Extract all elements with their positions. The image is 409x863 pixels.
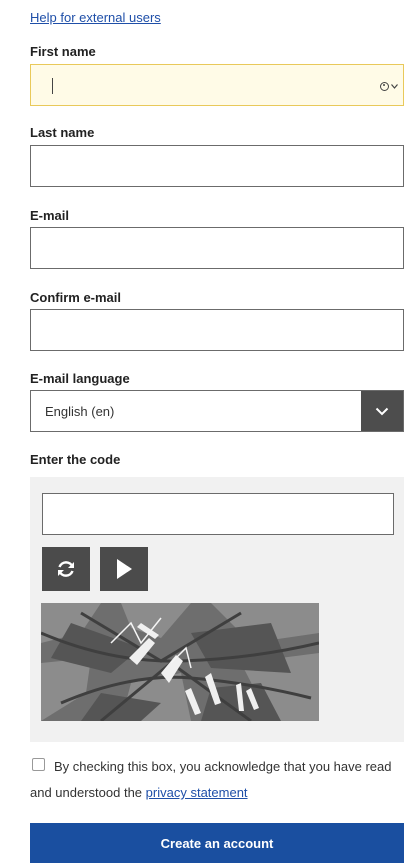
captcha-image — [41, 603, 319, 721]
privacy-statement-link[interactable]: privacy statement — [146, 785, 248, 800]
email-language-label: E-mail language — [30, 371, 130, 386]
first-name-field[interactable] — [30, 64, 404, 106]
help-link[interactable]: Help for external users — [30, 10, 161, 25]
confirm-email-field[interactable] — [30, 309, 404, 351]
email-label: E-mail — [30, 208, 70, 223]
captcha-input[interactable] — [42, 493, 394, 535]
email-language-select[interactable]: English (en) — [30, 390, 404, 432]
captcha-label: Enter the code — [30, 452, 121, 467]
autofill-icon[interactable] — [380, 80, 398, 92]
chevron-down-icon[interactable] — [361, 391, 403, 431]
last-name-field[interactable] — [30, 145, 404, 187]
play-icon[interactable] — [100, 547, 148, 591]
refresh-icon[interactable] — [42, 547, 90, 591]
confirm-email-label: Confirm e-mail — [30, 290, 122, 305]
last-name-label: Last name — [30, 125, 95, 140]
create-account-button[interactable]: Create an account — [30, 823, 404, 863]
first-name-label: First name — [30, 44, 96, 59]
consent-text: By checking this box, you acknowledge th… — [30, 754, 402, 806]
email-field[interactable] — [30, 227, 404, 269]
email-language-value: English (en) — [45, 403, 115, 419]
text-cursor — [52, 78, 53, 94]
